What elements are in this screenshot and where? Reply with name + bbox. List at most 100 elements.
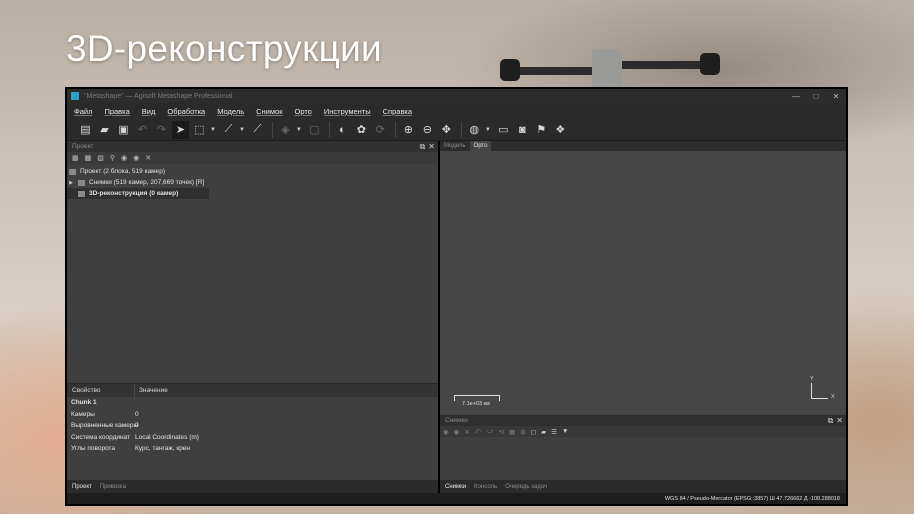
property-row: Chunk 1 <box>71 399 97 407</box>
enable-icon[interactable]: ◉ <box>121 154 127 162</box>
polyline-icon[interactable]: ⟋ <box>220 121 237 139</box>
move-icon[interactable]: ✥ <box>438 121 455 139</box>
add-folder-icon[interactable]: ▧ <box>97 154 104 162</box>
mask-icon[interactable]: ▦ <box>509 428 515 436</box>
rotate-left-icon[interactable]: ⤺ <box>475 428 482 436</box>
property-row: Система координат Local Coordinates (m) <box>71 433 199 441</box>
zoom-out-icon[interactable]: ⊖ <box>419 121 436 139</box>
open-folder-icon[interactable]: ▰ <box>96 121 113 139</box>
close-panel-icon[interactable]: ✕ <box>428 142 435 151</box>
menu-model[interactable]: Модель <box>217 107 244 116</box>
marker-icon[interactable]: ⚲ <box>110 154 115 162</box>
add-chunk-icon[interactable]: ▦ <box>72 154 79 162</box>
project-icon <box>69 168 76 175</box>
select-pointer-icon[interactable]: ➤ <box>172 120 189 139</box>
ortho-viewport[interactable]: 7.1e+03 км Y X <box>440 151 846 413</box>
maximize-button[interactable]: □ <box>806 92 826 101</box>
chevron-down-icon[interactable]: ▼ <box>239 127 245 133</box>
close-button[interactable]: ✕ <box>826 92 846 101</box>
rotate-icon[interactable]: ⟳ <box>372 121 389 139</box>
project-panel-title: Проект <box>72 143 94 150</box>
property-row: Камеры 0 <box>71 410 139 418</box>
window-title: "Metashape" — Agisoft Metashape Professi… <box>84 92 233 100</box>
property-row: Углы поворота Курс, тангаж, крен <box>71 445 191 453</box>
column-value[interactable]: Значение <box>135 387 168 394</box>
undo-icon[interactable]: ↶ <box>134 121 151 139</box>
menu-ortho[interactable]: Орто <box>294 107 311 116</box>
contrast-icon[interactable]: ◐ <box>334 121 351 139</box>
globe-icon[interactable]: ◍ <box>466 121 483 139</box>
minimize-button[interactable]: — <box>786 92 806 101</box>
menu-tools[interactable]: Инструменты <box>324 107 371 116</box>
paint-bucket-icon[interactable]: ◈ <box>277 121 294 139</box>
save-icon[interactable]: ▣ <box>115 121 132 139</box>
tab-jobs[interactable]: Очередь задач <box>505 484 547 490</box>
redo-icon[interactable]: ↷ <box>153 121 170 139</box>
project-tree: Проект (2 блока, 519 камер) ▶ Снимки (51… <box>67 164 438 199</box>
menu-help[interactable]: Справка <box>383 107 412 116</box>
status-bar: WGS 84 / Pseudo-Mercator (EPSG::3857) Ш … <box>67 493 846 504</box>
rotate-right-icon[interactable]: ⤻ <box>487 428 494 436</box>
column-property[interactable]: Свойство <box>67 384 135 397</box>
tree-item-project[interactable]: Проект (2 блока, 519 камер) <box>67 166 438 177</box>
chat-icon[interactable]: ▰ <box>541 428 546 436</box>
chevron-down-icon[interactable]: ▼ <box>296 127 302 133</box>
project-toolbar: ▦ ▩ ▧ ⚲ ◉ ◉ ✕ <box>67 152 438 164</box>
workspace: Проект ⧉ ✕ ▦ ▩ ▧ ⚲ ◉ ◉ ✕ Проект (2 блока… <box>67 141 846 494</box>
reset-icon[interactable]: ⟲ <box>499 428 504 436</box>
project-panel-header: Проект ⧉ ✕ <box>67 141 438 152</box>
tree-item-reconstruction-chunk[interactable]: 3D-реконструкция (0 камер) <box>67 188 209 199</box>
menu-file[interactable]: Файл <box>74 107 92 116</box>
menu-bar: Файл Правка Вид Обработка Модель Снимок … <box>67 103 846 119</box>
photos-panel-header: Снимки ⧉ ✕ <box>440 415 846 426</box>
chevron-down-icon[interactable]: ▼ <box>210 127 216 133</box>
crop-icon[interactable]: ▢ <box>306 121 323 139</box>
add-photos-icon[interactable]: ▩ <box>85 154 92 162</box>
camera-icon[interactable]: ◙ <box>514 121 531 139</box>
zoom-in-icon[interactable]: ⊕ <box>400 121 417 139</box>
right-bottom-tabs: Снимки Консоль Очередь задач <box>440 480 846 494</box>
rectangle-select-icon[interactable]: ⬚ <box>191 121 208 139</box>
metashape-window: "Metashape" — Agisoft Metashape Professi… <box>65 87 848 506</box>
palette-icon[interactable]: ✿ <box>353 121 370 139</box>
new-file-icon[interactable]: ▤ <box>77 121 94 139</box>
title-bar: "Metashape" — Agisoft Metashape Professi… <box>67 89 846 103</box>
float-panel-icon[interactable]: ⧉ <box>828 416 834 426</box>
filter-icon[interactable]: ⊞ <box>520 428 525 436</box>
chevron-down-icon[interactable]: ▼ <box>485 127 491 133</box>
float-panel-icon[interactable]: ⧉ <box>420 142 426 152</box>
flag-icon[interactable]: ⚑ <box>533 121 550 139</box>
tab-console[interactable]: Консоль <box>474 484 497 490</box>
app-icon <box>71 92 79 100</box>
enable-camera-icon[interactable]: ◉ <box>443 428 449 436</box>
expand-arrow-icon[interactable]: ▶ <box>67 180 75 186</box>
chunk-icon <box>78 179 85 186</box>
tab-model[interactable]: Модель <box>440 141 470 151</box>
chevron-down-icon[interactable]: ▼ <box>562 428 568 435</box>
tab-photos[interactable]: Снимки <box>445 484 466 490</box>
remove-icon[interactable]: ✕ <box>145 154 151 162</box>
panel-icon[interactable]: ▭ <box>495 121 512 139</box>
close-panel-icon[interactable]: ✕ <box>836 416 843 425</box>
view-pane: Модель Орто 7.1e+03 км Y X Снимки ⧉ ✕ ◉ … <box>440 141 846 494</box>
ruler-icon[interactable]: ⟋ <box>249 121 266 139</box>
menu-photo[interactable]: Снимок <box>256 107 282 116</box>
menu-workflow[interactable]: Обработка <box>167 107 205 116</box>
tab-ortho[interactable]: Орто <box>469 141 492 151</box>
photos-panel-title: Снимки <box>445 417 468 424</box>
grid-view-icon[interactable]: ◻ <box>531 428 536 436</box>
properties-panel: Свойство Значение Chunk 1 Камеры 0 Выров… <box>67 383 438 480</box>
menu-edit[interactable]: Правка <box>104 107 129 116</box>
tab-project[interactable]: Проект <box>72 484 92 490</box>
disable-camera-icon[interactable]: ◉ <box>454 428 460 436</box>
menu-view[interactable]: Вид <box>142 107 156 116</box>
photos-panel: Снимки ⧉ ✕ ◉ ◉ ✕ ⤺ ⤻ ⟲ ▦ ⊞ ◻ ▰ ☰ ▼ <box>440 415 846 480</box>
heart-map-icon[interactable]: ❖ <box>552 121 569 139</box>
list-view-icon[interactable]: ☰ <box>551 428 557 436</box>
status-coordinates: WGS 84 / Pseudo-Mercator (EPSG::3857) Ш … <box>664 495 840 502</box>
remove-camera-icon[interactable]: ✕ <box>464 428 469 436</box>
axis-x-label: X <box>831 394 835 400</box>
tree-item-photos-chunk[interactable]: ▶ Снимки (519 камер, 207,669 точек) [R] <box>67 177 438 188</box>
disable-icon[interactable]: ◉ <box>133 154 139 162</box>
tab-reference[interactable]: Привязка <box>100 484 126 490</box>
